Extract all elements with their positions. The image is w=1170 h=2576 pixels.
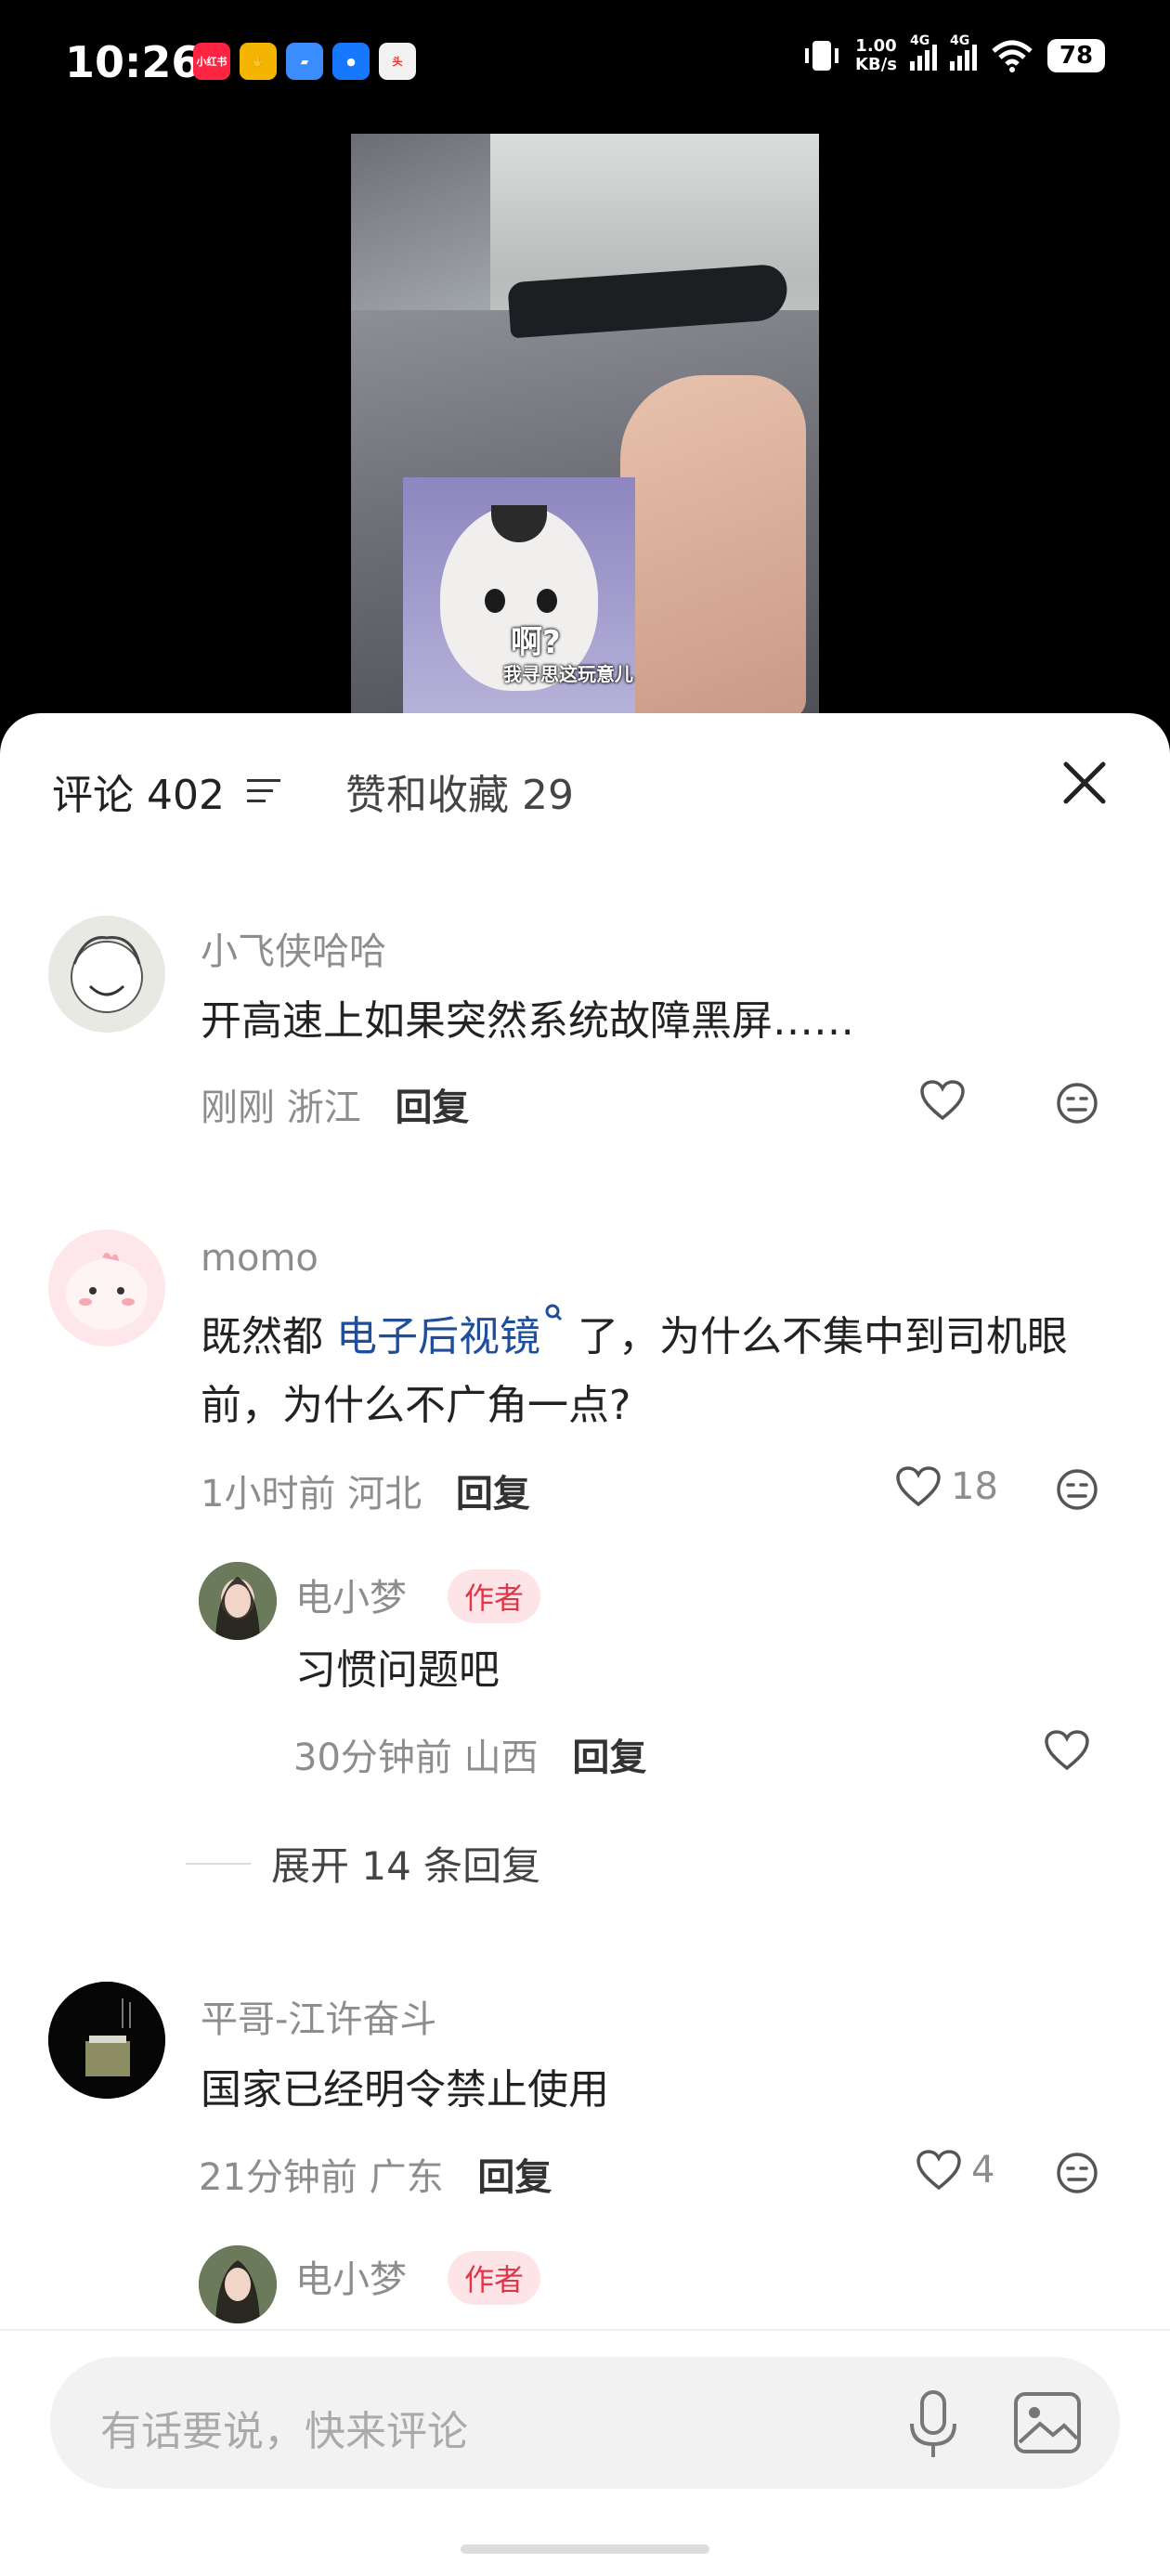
signal-2-icon: 4G: [950, 33, 977, 71]
video-hand: [620, 375, 806, 715]
notification-icons: 小红书 ✋ ▰ ● 头: [193, 43, 416, 80]
heart-icon: [920, 1080, 965, 1121]
dislike-icon[interactable]: [1055, 2151, 1099, 2195]
message-app-icon: ●: [332, 43, 370, 80]
heart-icon: [1045, 1730, 1089, 1771]
home-indicator[interactable]: [461, 2544, 709, 2554]
comment-time: 21分钟前: [199, 2156, 358, 2199]
tab-comments-label: 评论 402: [52, 772, 225, 819]
comment-location: 广东: [369, 2156, 444, 2199]
status-time: 10:26: [65, 37, 202, 87]
reply-button[interactable]: 回复: [477, 2156, 552, 2199]
vibrate-icon: [805, 41, 839, 71]
comment-time: 1小时前: [201, 1473, 336, 1516]
author-badge: 作者: [448, 2251, 541, 2305]
like-count: 4: [971, 2149, 995, 2192]
heart-icon: [916, 2150, 961, 2191]
toutiao-app-icon: 头: [379, 43, 416, 80]
like-button[interactable]: 18: [895, 1465, 998, 1508]
battery-indicator: 78: [1047, 39, 1105, 72]
microphone-icon[interactable]: [901, 2387, 966, 2461]
video-player[interactable]: 啊? 我寻思这玩意儿: [351, 134, 819, 715]
comment-input-placeholder: 有话要说，快来评论: [100, 2408, 468, 2455]
comment-location: 浙江: [286, 1086, 361, 1129]
comment-username[interactable]: 平哥-江许奋斗: [201, 1989, 436, 2043]
status-right: 1.00 KB/s 4G 4G 78: [801, 33, 1105, 74]
signal-1-icon: 4G: [910, 33, 937, 71]
like-button[interactable]: 4: [916, 2149, 994, 2192]
close-icon[interactable]: [1059, 757, 1111, 809]
wifi-icon: [992, 40, 1033, 72]
reply-text: 习惯问题吧: [295, 1646, 500, 1694]
video-subtitle-main: 啊?: [511, 624, 561, 661]
xiaohongshu-icon: 小红书: [193, 43, 230, 80]
comment-text: 国家已经明令禁止使用: [201, 2066, 609, 2114]
comment-time: 刚刚: [201, 1086, 275, 1129]
image-icon[interactable]: [1012, 2390, 1083, 2455]
reply-avatar[interactable]: [199, 2245, 277, 2323]
comment-meta: 21分钟前 广东 回复: [199, 2147, 552, 2201]
avatar[interactable]: [48, 1982, 165, 2099]
reply-username[interactable]: 电小梦: [295, 2249, 407, 2303]
video-subtitle-sub: 我寻思这玩意儿: [503, 663, 633, 685]
hand-app-icon: ✋: [240, 43, 277, 80]
tab-likes[interactable]: 赞和收藏 29: [345, 761, 574, 821]
divider: [186, 1862, 251, 1865]
files-app-icon: ▰: [286, 43, 323, 80]
like-button[interactable]: [919, 1079, 975, 1122]
network-speed: 1.00 KB/s: [855, 36, 897, 74]
reply-button[interactable]: 回复: [456, 1473, 530, 1516]
dislike-icon[interactable]: [1055, 1467, 1099, 1512]
keyword-link[interactable]: 电子后视镜: [336, 1304, 565, 1360]
avatar[interactable]: [48, 916, 165, 1033]
reply-time: 30分钟前: [293, 1737, 452, 1779]
reply-button[interactable]: 回复: [395, 1086, 469, 1129]
comment-location: 河北: [347, 1473, 422, 1516]
heart-icon: [896, 1466, 941, 1507]
reply-location: 山西: [463, 1737, 539, 1779]
comment-text: 既然都 电子后视镜 了，为什么不集中到司机眼前，为什么不广角一点?: [201, 1303, 1120, 1440]
sort-icon[interactable]: [246, 777, 284, 805]
like-button[interactable]: [1044, 1729, 1090, 1772]
reply-button[interactable]: 回复: [572, 1737, 646, 1779]
reply-avatar[interactable]: [199, 1562, 277, 1640]
comment-text: 开高速上如果突然系统故障黑屏……: [201, 997, 854, 1045]
expand-replies-label: 展开 14 条回复: [271, 1843, 541, 1889]
tab-comments[interactable]: 评论 402: [52, 761, 284, 821]
expand-replies[interactable]: 展开 14 条回复: [186, 1835, 540, 1892]
comment-username[interactable]: momo: [201, 1237, 318, 1280]
dislike-icon[interactable]: [1055, 1081, 1099, 1125]
search-icon: [545, 1304, 563, 1321]
author-badge: 作者: [448, 1569, 541, 1623]
reply-meta: 30分钟前 山西 回复: [293, 1727, 646, 1781]
comment-username[interactable]: 小飞侠哈哈: [201, 921, 386, 975]
comment-meta: 1小时前 河北 回复: [201, 1464, 530, 1517]
reply-username[interactable]: 电小梦: [295, 1568, 407, 1621]
comment-meta: 刚刚 浙江 回复: [201, 1077, 469, 1131]
avatar[interactable]: [48, 1229, 165, 1347]
like-count: 18: [951, 1465, 998, 1508]
